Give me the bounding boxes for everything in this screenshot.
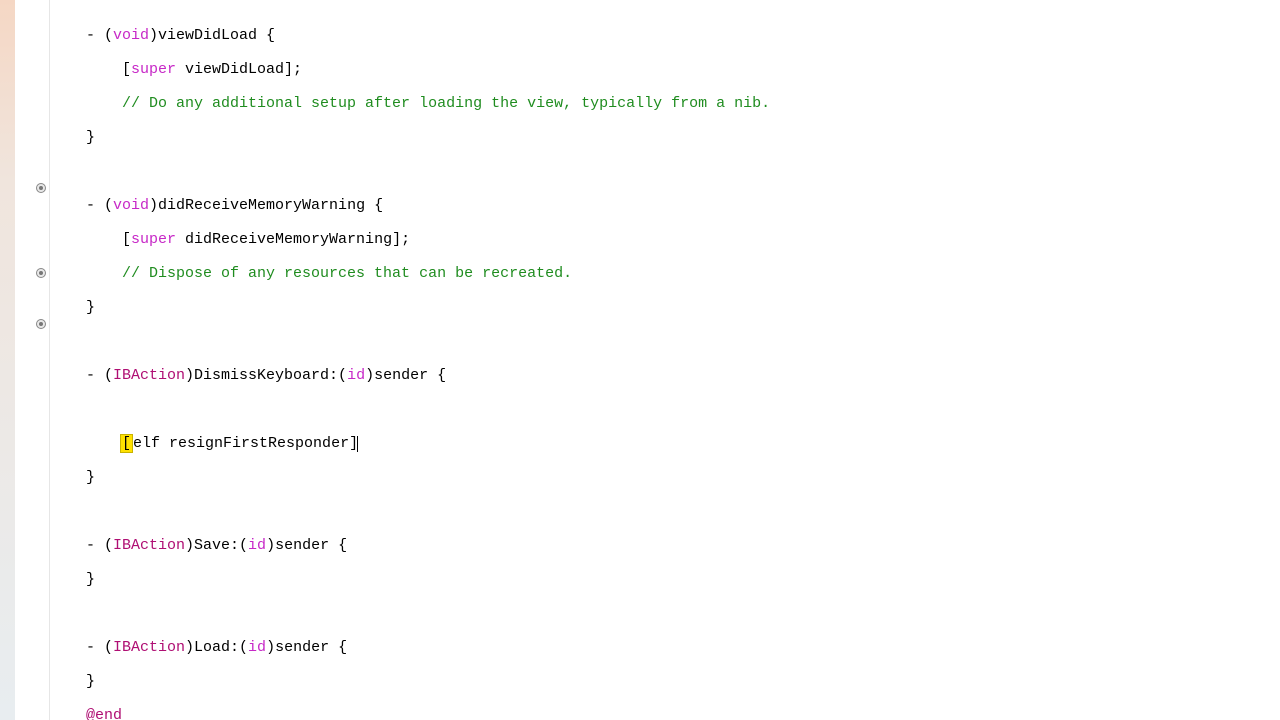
editor-gutter[interactable] xyxy=(15,0,50,720)
code-line[interactable] xyxy=(86,163,1280,180)
action-connector-icon[interactable] xyxy=(36,319,46,329)
code-line[interactable] xyxy=(86,503,1280,520)
code-line[interactable]: // Dispose of any resources that can be … xyxy=(86,265,1280,282)
text-cursor xyxy=(357,436,358,452)
code-line[interactable]: } xyxy=(86,129,1280,146)
code-editor[interactable]: - (void)viewDidLoad { [super viewDidLoad… xyxy=(50,0,1280,720)
code-line[interactable]: - (IBAction)Load:(id)sender { xyxy=(86,639,1280,656)
action-connector-icon[interactable] xyxy=(36,268,46,278)
code-line[interactable]: } xyxy=(86,673,1280,690)
code-line[interactable]: - (void)didReceiveMemoryWarning { xyxy=(86,197,1280,214)
code-line[interactable]: [super viewDidLoad]; xyxy=(86,61,1280,78)
code-line[interactable]: } xyxy=(86,299,1280,316)
code-line[interactable] xyxy=(86,605,1280,622)
code-line[interactable] xyxy=(86,333,1280,350)
autocomplete-highlight: [ xyxy=(120,434,133,453)
code-line[interactable]: @end xyxy=(86,707,1280,720)
code-line[interactable]: } xyxy=(86,469,1280,486)
code-line[interactable]: - (IBAction)Save:(id)sender { xyxy=(86,537,1280,554)
code-line[interactable]: } xyxy=(86,571,1280,588)
code-line[interactable]: // Do any additional setup after loading… xyxy=(86,95,1280,112)
action-connector-icon[interactable] xyxy=(36,183,46,193)
code-line[interactable] xyxy=(86,401,1280,418)
code-line[interactable]: [elf resignFirstResponder] xyxy=(86,435,1280,452)
code-line[interactable]: - (IBAction)DismissKeyboard:(id)sender { xyxy=(86,367,1280,384)
code-line[interactable]: - (void)viewDidLoad { xyxy=(86,27,1280,44)
window-edge-strip xyxy=(0,0,15,720)
code-line[interactable]: [super didReceiveMemoryWarning]; xyxy=(86,231,1280,248)
